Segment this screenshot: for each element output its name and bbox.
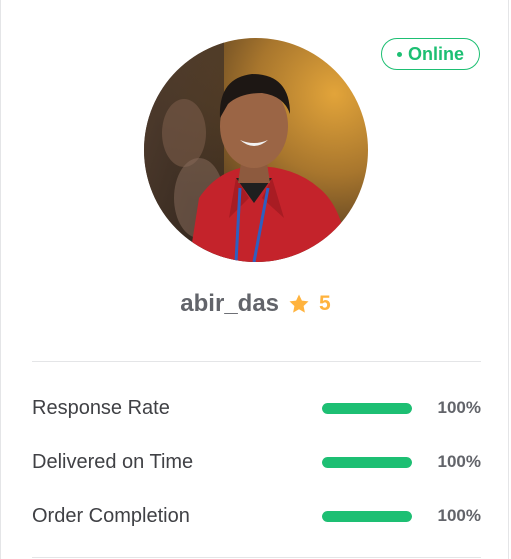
progress-bar: [322, 402, 412, 414]
stat-label: Response Rate: [32, 396, 170, 419]
status-label: Online: [407, 43, 464, 64]
stat-value: 100%: [437, 506, 481, 525]
seller-card: Online abir_das 5 Response Rate 100% Del…: [0, 0, 509, 559]
progress-bar: [322, 456, 412, 468]
avatar[interactable]: [144, 38, 368, 262]
name-row: abir_das 5: [1, 286, 510, 322]
rating-value: 5: [319, 292, 331, 315]
divider: [32, 557, 481, 558]
stat-label: Delivered on Time: [32, 450, 194, 473]
stat-row-response-rate: Response Rate 100%: [32, 381, 481, 435]
progress-bar-fill: [322, 510, 412, 522]
progress-bar-fill: [322, 456, 412, 468]
stat-value: 100%: [437, 398, 481, 417]
progress-bar: [322, 510, 412, 522]
stat-row-order-completion: Order Completion 100%: [32, 489, 481, 543]
divider: [32, 361, 481, 362]
stat-row-delivered-on-time: Delivered on Time 100%: [32, 435, 481, 489]
username[interactable]: abir_das: [180, 290, 279, 318]
status-badge: Online: [381, 38, 480, 70]
star-icon: [289, 294, 309, 313]
online-dot-icon: [396, 51, 402, 57]
progress-bar-fill: [322, 402, 412, 414]
profile-photo: [144, 38, 368, 262]
stat-label: Order Completion: [32, 504, 190, 527]
stats-list: Response Rate 100% Delivered on Time 100…: [32, 381, 481, 543]
stat-value: 100%: [437, 452, 481, 471]
